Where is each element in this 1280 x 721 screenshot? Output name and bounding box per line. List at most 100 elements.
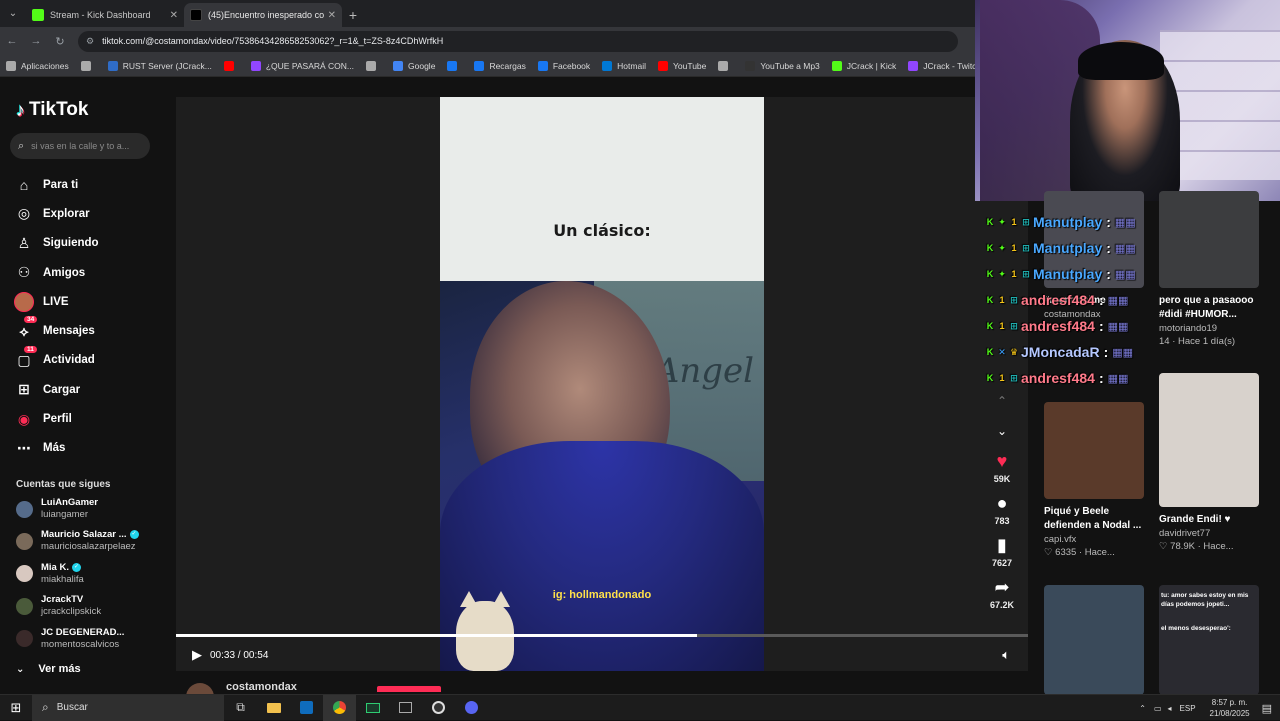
chat-username: andresf484: [1021, 292, 1095, 308]
bookmark-item[interactable]: Recargas: [474, 60, 526, 71]
bookmark-item[interactable]: RUST Server (JCrack...: [107, 60, 212, 71]
file-explorer-icon[interactable]: [257, 695, 290, 721]
recommended-video-card[interactable]: Piqué y Beele defienden a Nodal ... capi.…: [1044, 402, 1144, 559]
bookmark-item[interactable]: JCrack | Kick: [831, 60, 896, 71]
tiktok-page: ♪ TikTok ⌕ si vas en la calle y to a... …: [0, 77, 1028, 711]
tab-search-icon[interactable]: ⌄: [0, 0, 26, 27]
volume-icon[interactable]: 🔈︎: [1002, 647, 1010, 663]
followed-account[interactable]: LuiAnGamer luiangamer: [16, 497, 98, 521]
video-thumbnail[interactable]: [1044, 402, 1144, 499]
previous-video-button[interactable]: ⌃: [982, 390, 1022, 412]
globe-icon: [718, 60, 729, 71]
next-video-button[interactable]: ⌄: [982, 420, 1022, 442]
chat-separator: :: [1106, 266, 1111, 282]
bookmark-item[interactable]: Facebook: [537, 60, 590, 71]
network-icon[interactable]: ▭: [1154, 704, 1162, 713]
nav-item-para-ti[interactable]: ⌂ Para ti: [14, 170, 99, 199]
bookmark-item[interactable]: JCrack - Twitch: [908, 60, 975, 71]
nav-item-perfil[interactable]: ◉ Perfil: [14, 404, 99, 433]
nav-item-mensajes[interactable]: ⟡ 34 Mensajes: [14, 316, 99, 345]
site-info-icon[interactable]: ⚙: [86, 36, 94, 47]
chrome-icon[interactable]: [323, 694, 356, 721]
excel-icon[interactable]: [389, 695, 422, 721]
close-tab-icon[interactable]: ✕: [328, 10, 336, 21]
video-progress-bar[interactable]: [176, 634, 1028, 637]
tab-kick-dashboard[interactable]: Stream - Kick Dashboard ✕: [26, 3, 184, 27]
nav-item-cargar[interactable]: ⊞ Cargar: [14, 375, 99, 404]
bookmark-item[interactable]: [223, 60, 239, 71]
bookmark-item[interactable]: Hotmail: [602, 60, 646, 71]
tab-tiktok-video[interactable]: (45)Encuentro inesperado con ✕: [184, 3, 342, 27]
clock[interactable]: 8:57 p. m. 21/08/2025: [1210, 697, 1250, 719]
recommended-video-card[interactable]: pero que a pasaooo #didi #HUMOR... motori…: [1159, 191, 1259, 348]
video-thumbnail[interactable]: [1044, 585, 1144, 695]
audio-app-icon[interactable]: [356, 695, 389, 721]
profile-icon: ◉: [17, 410, 31, 427]
followed-account[interactable]: JC DEGENERAD... momentoscalvicos: [16, 627, 124, 651]
play-icon[interactable]: ▶: [192, 647, 202, 663]
task-view-icon[interactable]: ⧉: [224, 695, 257, 721]
video-frame[interactable]: Un clásico: Angel ig: hollmandonado: [440, 97, 764, 671]
video-thumbnail[interactable]: [1159, 373, 1259, 507]
recommended-video-card[interactable]: Grande Endi! ♥ davidrivet77 ♡ 78.9K · Hace…: [1159, 373, 1259, 553]
bookmark-item[interactable]: [447, 60, 462, 71]
nav-item-amigos[interactable]: ⚇ Amigos: [14, 258, 99, 287]
discord-icon[interactable]: [455, 695, 488, 721]
chat-badge-icon: ♛: [1009, 346, 1019, 357]
bookmark-button[interactable]: ▮ 7627: [982, 534, 1022, 568]
nav-item-explorar[interactable]: ◎ Explorar: [14, 199, 99, 228]
see-more-button[interactable]: ⌄ Ver más: [16, 663, 81, 675]
windows-start-icon[interactable]: ⊞: [0, 695, 32, 721]
recommended-video-card[interactable]: tu: amor sabes estoy en mis días podemos…: [1159, 585, 1259, 695]
notifications-icon[interactable]: ▤: [1262, 702, 1272, 715]
obs-icon[interactable]: [422, 695, 455, 721]
bookmark-item[interactable]: YouTube a Mp3: [745, 60, 820, 71]
bookmark-item[interactable]: [718, 60, 733, 71]
forward-icon[interactable]: →: [24, 35, 48, 47]
more-icon: ⋯: [17, 439, 31, 456]
author-name[interactable]: costamondax: [226, 681, 297, 693]
volume-icon[interactable]: ◂: [1168, 704, 1172, 713]
share-button[interactable]: ➦ 67.2K: [982, 576, 1022, 610]
nav-item-siguiendo[interactable]: ♙ Siguiendo: [14, 229, 99, 258]
back-icon[interactable]: ←: [0, 35, 24, 47]
avatar: [16, 630, 33, 648]
chat-username: andresf484: [1021, 370, 1095, 386]
video-thumbnail[interactable]: tu: amor sabes estoy en mis días podemos…: [1159, 585, 1259, 695]
bookmark-item[interactable]: Aplicaciones: [6, 60, 69, 71]
video-player[interactable]: Un clásico: Angel ig: hollmandonado ▶ 00…: [176, 97, 1028, 671]
bookmark-item[interactable]: Google: [393, 60, 435, 71]
nav-label: Siguiendo: [43, 237, 99, 250]
language-indicator[interactable]: ESP: [1180, 704, 1196, 713]
download-icon: [366, 60, 377, 71]
kick-icon: [831, 60, 842, 71]
outlook-icon[interactable]: [290, 695, 323, 721]
tiktok-logo[interactable]: ♪ TikTok: [16, 99, 88, 121]
bookmark-item[interactable]: [366, 60, 381, 71]
bookmark-item[interactable]: ¿QUE PASARÁ CON...: [250, 60, 354, 71]
reload-icon[interactable]: ↻: [48, 35, 72, 48]
search-input[interactable]: ⌕ si vas en la calle y to a...: [10, 133, 150, 159]
followed-account[interactable]: Mauricio Salazar ... ✓ mauriciosalazarpela…: [16, 529, 139, 553]
nav-item-más[interactable]: ⋯ Más: [14, 434, 99, 463]
video-thumbnail[interactable]: [1159, 191, 1259, 288]
followed-account[interactable]: Mia K. ✓ miakhalifa: [16, 562, 84, 586]
nav-item-actividad[interactable]: ▢ 11 Actividad: [14, 345, 99, 375]
new-tab-button[interactable]: +: [342, 3, 364, 27]
chat-badge-icon: K: [986, 321, 994, 331]
chat-emote-icon: ▦▦: [1112, 346, 1134, 359]
address-bar[interactable]: ⚙ tiktok.com/@costamondax/video/75386434…: [78, 30, 958, 52]
recommended-video-card[interactable]: [1044, 585, 1144, 695]
follow-button[interactable]: [377, 686, 441, 692]
taskbar-search[interactable]: ⌕ Buscar: [32, 694, 224, 721]
bookmark-item[interactable]: [80, 60, 96, 71]
close-tab-icon[interactable]: ✕: [170, 10, 178, 21]
heart-button[interactable]: ♥ 59K: [982, 450, 1022, 484]
bookmark-item[interactable]: YouTube: [657, 60, 706, 71]
comment-button[interactable]: ● 783: [982, 492, 1022, 526]
followed-account[interactable]: JcrackTV jcrackclipskick: [16, 594, 101, 618]
chevron-up-icon[interactable]: ⌃: [1139, 704, 1146, 713]
bookmarks-bar: Aplicaciones RUST Server (JCrack... ¿QUE P…: [0, 55, 975, 77]
account-name-text: JC DEGENERAD...: [41, 626, 125, 638]
nav-item-live[interactable]: ● LIVE: [14, 287, 99, 316]
